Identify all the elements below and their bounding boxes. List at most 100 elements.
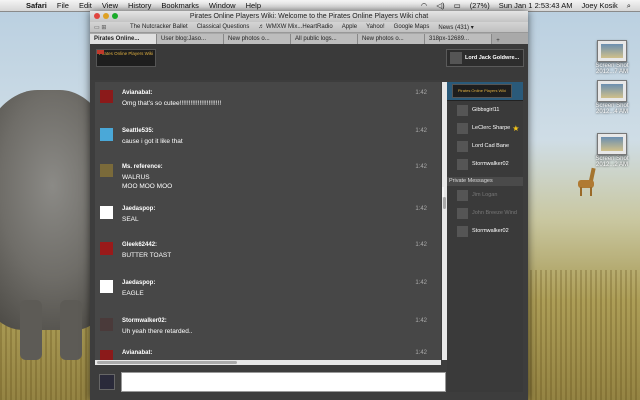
bookmarks-nav-icon[interactable]: ▭ ⊞ [90, 24, 130, 31]
screenshot-thumbnail-icon [597, 133, 627, 155]
message-username[interactable]: Jaedaspop: [122, 280, 155, 286]
message-time: 1:42 [415, 280, 427, 286]
tab-user-blog[interactable]: User blog:Jaso... [157, 34, 224, 44]
bookmark-item[interactable]: ♬ WMXW Mix...HeartRadio [258, 24, 332, 30]
message-username[interactable]: Stormwalker02: [122, 318, 167, 324]
bookmark-item[interactable]: Apple [342, 24, 357, 30]
sidebar-user[interactable]: John Breeze Wind [447, 204, 523, 222]
message-text: BUTTER TOAST [122, 251, 171, 260]
desktop-icon-screenshot[interactable]: Screen Shot 2012...2 AM [588, 133, 636, 168]
sidebar-user[interactable]: LeClerc Sharpe ★ [447, 119, 523, 137]
screenshot-thumbnail-icon [597, 40, 627, 62]
bookmark-item[interactable]: News (431) ▾ [438, 24, 473, 31]
message-line: cause i got it like that [122, 138, 183, 145]
avatar [457, 225, 468, 237]
user-name[interactable]: Joey Kosik [582, 1, 618, 10]
chat-message: Jaedaspop: 1:42 EAGLE [95, 280, 435, 301]
desktop-icon-screenshot[interactable]: Screen Shot 2012...4 AM [588, 80, 636, 115]
message-text: WALRUS MOO MOO MOO [122, 173, 172, 191]
sidebar-user-name: Stormwalker02 [472, 161, 509, 167]
avatar[interactable] [100, 318, 113, 331]
tab-public-logs[interactable]: All public logs... [291, 34, 358, 44]
message-text: cause i got it like that [122, 137, 183, 146]
messages-horizontal-scrollbar[interactable] [95, 360, 441, 365]
sidebar-user-name: Jim Logan [472, 192, 498, 198]
avatar[interactable] [100, 128, 113, 141]
sidebar-user[interactable]: Stormwalker02 [447, 222, 523, 240]
sidebar-wiki-header[interactable]: Pirates Online Players Wiki [447, 82, 523, 101]
bookmark-item[interactable]: Yahoo! [366, 24, 385, 30]
sidebar-user[interactable]: Gibbsgirl11 [447, 101, 523, 119]
chat-message: Avianabat:1:42I like the beatles. [95, 350, 435, 360]
menu-help[interactable]: Help [246, 1, 261, 10]
message-username[interactable]: Seattle535: [122, 128, 154, 134]
message-time: 1:42 [415, 318, 427, 324]
avatar[interactable] [100, 242, 113, 255]
screenshot-thumbnail-icon [597, 80, 627, 102]
battery-icon[interactable]: ▭ [454, 1, 461, 10]
avatar[interactable] [100, 350, 113, 360]
battery-percent[interactable]: (27%) [470, 1, 490, 10]
message-text: SEAL [122, 215, 139, 224]
message-text: EAGLE [122, 289, 144, 298]
message-username[interactable]: Avianabat: [122, 350, 152, 356]
wifi-icon[interactable]: ◠ [421, 1, 428, 10]
message-text: Omg that's so cutee!!!!!!!!!!!!!!!!!!!!!… [122, 99, 221, 108]
window-titlebar[interactable]: Pirates Online Players Wiki: Welcome to … [90, 11, 528, 22]
menu-safari[interactable]: Safari [26, 1, 47, 10]
avatar[interactable] [100, 206, 113, 219]
elephant-leg [60, 300, 82, 360]
message-username[interactable]: Ms. reference: [122, 164, 163, 170]
bookmark-item[interactable]: Google Maps [394, 24, 430, 30]
star-icon: ★ [512, 123, 520, 133]
avatar [457, 140, 468, 152]
avatar[interactable] [100, 90, 113, 103]
message-line: SEAL [122, 216, 139, 223]
minimize-button[interactable] [103, 13, 109, 19]
avatar [457, 207, 468, 219]
message-time: 1:42 [415, 242, 427, 248]
browser-window: Pirates Online Players Wiki: Welcome to … [90, 11, 528, 400]
desktop-icon-screenshot[interactable]: Screen Shot 2012...7 AM [588, 40, 636, 75]
chat-messages[interactable]: Avianabat: 1:42 Omg that's so cutee!!!!!!!… [95, 82, 441, 360]
menu-view[interactable]: View [102, 1, 118, 10]
chat-input[interactable] [121, 372, 446, 392]
tab-new-photos[interactable]: New photos o... [358, 34, 425, 44]
tab-pirates-online[interactable]: Pirates Online... [90, 34, 157, 44]
bookmark-item[interactable]: Classical Questions [197, 24, 250, 30]
zoom-button[interactable] [112, 13, 118, 19]
sidebar-user-name: LeClerc Sharpe [472, 125, 511, 131]
sidebar-user[interactable]: Stormwalker02 [447, 155, 523, 173]
spotlight-icon[interactable]: ⌕ [627, 1, 631, 11]
avatar[interactable] [100, 280, 113, 293]
clock[interactable]: Sun Jan 1 2:53:43 AM [499, 1, 573, 10]
elephant-leg [20, 300, 42, 360]
menu-history[interactable]: History [128, 1, 151, 10]
sidebar-user[interactable]: Lord Cad Bane [447, 137, 523, 155]
bookmark-item[interactable]: The Nutcracker Ballet [130, 24, 188, 30]
message-line: BUTTER TOAST [122, 252, 172, 259]
avatar[interactable] [100, 164, 113, 177]
menu-bookmarks[interactable]: Bookmarks [161, 1, 199, 10]
menu-window[interactable]: Window [209, 1, 236, 10]
avatar [457, 104, 468, 116]
tab-new-photos[interactable]: New photos o... [224, 34, 291, 44]
close-button[interactable] [94, 13, 100, 19]
message-text: Uh yeah there retarded.. [122, 327, 192, 336]
header-user-badge[interactable]: Lord Jack Goldwre... [446, 49, 524, 67]
sidebar-user[interactable]: Jim Logan [447, 186, 523, 204]
message-line: Omg that's so cutee!!!!!!!!!!!!!!!!!!!!!… [122, 100, 222, 107]
chat-header: Pirates Online Players Wiki Lord Jack Go… [90, 44, 528, 80]
message-line: Uh yeah there retarded.. [122, 328, 193, 335]
tab-image[interactable]: 318px-12689... [425, 34, 492, 44]
bookmarks-bar: ▭ ⊞ The Nutcracker Ballet Classical Ques… [90, 22, 528, 33]
volume-icon[interactable]: ◁) [436, 1, 444, 10]
menu-edit[interactable]: Edit [79, 1, 92, 10]
message-username[interactable]: Gleek62442: [122, 242, 157, 248]
sidebar-user-name: John Breeze Wind [472, 210, 517, 216]
message-username[interactable]: Jaedaspop: [122, 206, 155, 212]
wiki-logo[interactable]: Pirates Online Players Wiki [96, 49, 156, 67]
message-time: 1:42 [415, 206, 427, 212]
menu-file[interactable]: File [57, 1, 69, 10]
message-username[interactable]: Avianabat: [122, 90, 152, 96]
